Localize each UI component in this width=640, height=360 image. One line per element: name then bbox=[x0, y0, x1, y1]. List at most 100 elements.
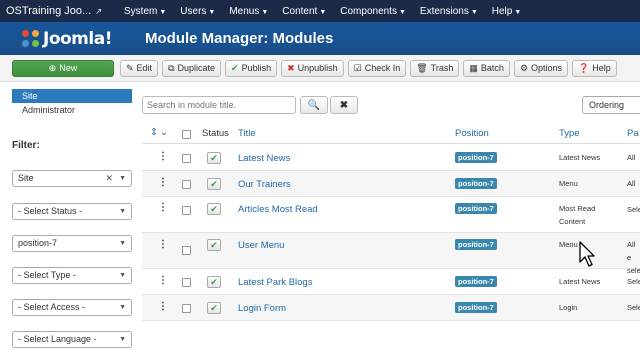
published-status-toggle[interactable]: ✔ bbox=[207, 203, 221, 215]
publish-button[interactable]: ✔ Publish bbox=[225, 59, 278, 77]
menu-users[interactable]: Users ▼ bbox=[173, 6, 222, 17]
column-pages[interactable]: Pa bbox=[627, 128, 639, 139]
joomla-flower-icon bbox=[22, 29, 40, 48]
position-badge: position-7 bbox=[455, 276, 497, 287]
module-pages: Sele bbox=[627, 303, 640, 312]
duplicate-button[interactable]: ⧉ Duplicate bbox=[162, 59, 222, 77]
logo-text: Joomla! bbox=[43, 28, 112, 49]
caret-down-icon: ▼ bbox=[514, 8, 522, 16]
module-title-link[interactable]: Login Form bbox=[238, 303, 286, 314]
menu-content[interactable]: Content ▼ bbox=[275, 6, 333, 17]
menu-menus[interactable]: Menus ▼ bbox=[222, 6, 275, 17]
module-type: Latest News bbox=[559, 153, 601, 162]
help-button[interactable]: ❓ Help bbox=[572, 59, 617, 77]
published-status-toggle[interactable]: ✔ bbox=[207, 178, 221, 190]
clear-search-button[interactable]: ✖ bbox=[330, 96, 358, 114]
batch-icon: ▦ bbox=[469, 62, 478, 73]
select-all-checkbox[interactable] bbox=[182, 130, 191, 139]
sort-order-icon[interactable]: ⇕ bbox=[150, 127, 158, 138]
toolbar: ⊕ New ✎ Edit ⧉ Duplicate ✔ Publish ✖ Unpublis… bbox=[0, 55, 640, 82]
table-row: ⋮ ✔ User Menu position-7 Menu All e sele bbox=[142, 233, 640, 275]
table-row: ⋮ ✔ Latest News position-7 Latest News A… bbox=[142, 145, 640, 171]
module-title-link[interactable]: Latest News bbox=[238, 153, 290, 164]
column-title[interactable]: Title bbox=[238, 128, 256, 139]
chevron-down-icon: ▼ bbox=[119, 175, 126, 182]
filter-access-select[interactable]: - Select Access - ▼ bbox=[12, 299, 132, 316]
chevron-down-icon: ▼ bbox=[119, 304, 126, 311]
menu-help[interactable]: Help ▼ bbox=[485, 6, 529, 17]
edit-button[interactable]: ✎ Edit bbox=[120, 59, 159, 77]
column-type[interactable]: Type bbox=[559, 128, 580, 139]
site-name-link[interactable]: OSTraining Joo... ↗ bbox=[0, 5, 117, 17]
batch-button[interactable]: ▦ Batch bbox=[463, 59, 510, 77]
drag-handle-icon[interactable]: ⋮ bbox=[158, 301, 168, 312]
caret-down-icon: ▼ bbox=[319, 8, 327, 16]
options-button[interactable]: ⚙ Options bbox=[513, 59, 569, 77]
ordering-select[interactable]: Ordering bbox=[582, 96, 640, 114]
page-title: Module Manager: Modules bbox=[145, 30, 334, 47]
module-pages: All bbox=[627, 153, 636, 162]
search-icon: 🔍 bbox=[307, 99, 321, 111]
table-row: ⋮ ✔ Login Form position-7 Login Sele bbox=[142, 295, 640, 321]
row-checkbox[interactable] bbox=[182, 304, 191, 313]
module-type: Login bbox=[559, 303, 578, 312]
row-checkbox[interactable] bbox=[182, 206, 191, 215]
new-button[interactable]: ⊕ New bbox=[12, 59, 114, 77]
search-button[interactable]: 🔍 bbox=[300, 96, 328, 114]
drag-handle-icon[interactable]: ⋮ bbox=[158, 239, 168, 250]
filter-status-select[interactable]: - Select Status - ▼ bbox=[12, 203, 132, 220]
filter-position-select[interactable]: position-7 ▼ bbox=[12, 235, 132, 252]
drag-handle-icon[interactable]: ⋮ bbox=[158, 275, 168, 286]
edit-icon: ✎ bbox=[126, 62, 134, 73]
column-position[interactable]: Position bbox=[455, 128, 489, 139]
row-checkbox[interactable] bbox=[182, 180, 191, 189]
menu-system[interactable]: System ▼ bbox=[117, 6, 173, 17]
trash-icon: 🗑 bbox=[416, 62, 428, 73]
module-type: Menu bbox=[559, 179, 578, 188]
drag-handle-icon[interactable]: ⋮ bbox=[158, 151, 168, 162]
row-checkbox[interactable] bbox=[182, 246, 191, 255]
module-pages: All bbox=[627, 179, 636, 188]
module-title-link[interactable]: User Menu bbox=[238, 240, 284, 251]
row-checkbox[interactable] bbox=[182, 154, 191, 163]
sidebar-item-site[interactable]: Site bbox=[12, 89, 132, 103]
column-status[interactable]: Status bbox=[202, 128, 229, 139]
module-title-link[interactable]: Latest Park Blogs bbox=[238, 277, 312, 288]
table-row: ⋮ ✔ Our Trainers position-7 Menu All bbox=[142, 171, 640, 197]
menu-extensions[interactable]: Extensions ▼ bbox=[413, 6, 485, 17]
module-title-link[interactable]: Our Trainers bbox=[238, 179, 291, 190]
check-in-button[interactable]: ☑ Check In bbox=[347, 59, 407, 77]
unpublish-button[interactable]: ✖ Unpublish bbox=[281, 59, 344, 77]
copy-icon: ⧉ bbox=[168, 62, 175, 73]
filter-language-select[interactable]: - Select Language - ▼ bbox=[12, 331, 132, 348]
caret-down-icon: ▼ bbox=[261, 8, 269, 16]
module-title-link[interactable]: Articles Most Read bbox=[238, 204, 318, 215]
drag-handle-icon[interactable]: ⋮ bbox=[158, 202, 168, 213]
mouse-cursor-icon bbox=[579, 241, 595, 267]
module-pages: Sele bbox=[627, 205, 640, 214]
sidebar-item-administrator[interactable]: Administrator bbox=[12, 103, 132, 117]
position-badge: position-7 bbox=[455, 203, 497, 214]
published-status-toggle[interactable]: ✔ bbox=[207, 302, 221, 314]
chevron-down-icon[interactable]: ⌄ bbox=[160, 127, 168, 138]
check-icon: ✔ bbox=[231, 62, 239, 73]
gear-icon: ⚙ bbox=[519, 62, 529, 73]
joomla-logo[interactable]: Joomla! bbox=[0, 29, 143, 49]
module-type: Latest News bbox=[559, 277, 601, 286]
position-badge: position-7 bbox=[455, 239, 497, 250]
published-status-toggle[interactable]: ✔ bbox=[207, 276, 221, 288]
menu-components[interactable]: Components ▼ bbox=[333, 6, 413, 17]
trash-button[interactable]: 🗑 Trash bbox=[410, 59, 460, 77]
drag-handle-icon[interactable]: ⋮ bbox=[158, 177, 168, 188]
caret-down-icon: ▼ bbox=[398, 8, 406, 16]
external-link-icon: ↗ bbox=[95, 6, 102, 16]
row-checkbox[interactable] bbox=[182, 278, 191, 287]
plus-circle-icon: ⊕ bbox=[48, 62, 57, 73]
filter-client-select[interactable]: Site ✕ ▼ bbox=[12, 170, 132, 187]
filter-type-select[interactable]: - Select Type - ▼ bbox=[12, 267, 132, 284]
published-status-toggle[interactable]: ✔ bbox=[207, 239, 221, 251]
chevron-down-icon: ▼ bbox=[119, 272, 126, 279]
clear-icon[interactable]: ✕ bbox=[105, 171, 113, 186]
published-status-toggle[interactable]: ✔ bbox=[207, 152, 221, 164]
search-input[interactable] bbox=[142, 96, 296, 114]
